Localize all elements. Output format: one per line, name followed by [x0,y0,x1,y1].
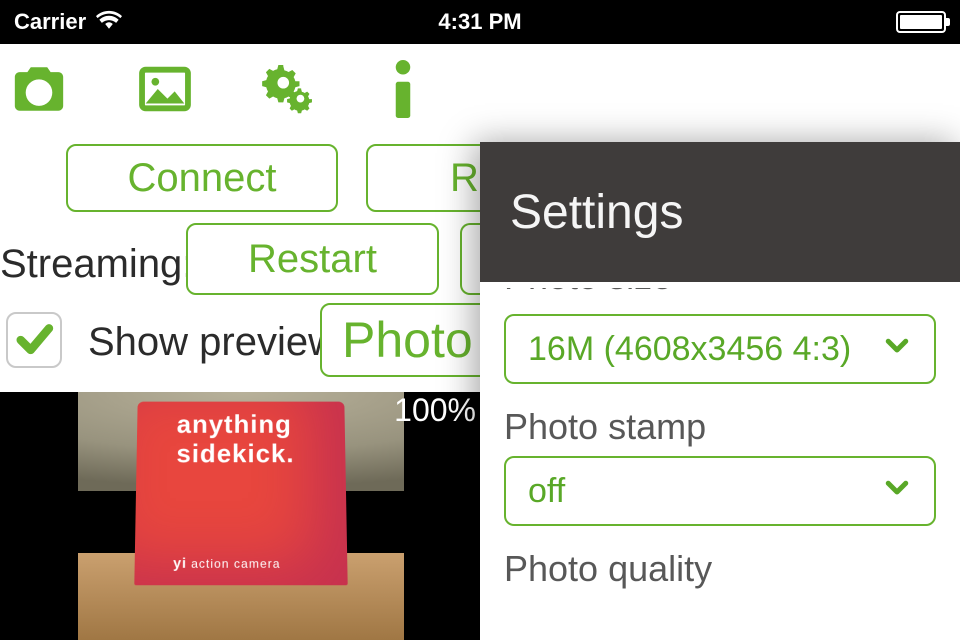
photo-size-select[interactable]: 16M (4608x3456 4:3) [504,314,936,384]
top-toolbar [10,56,418,122]
streaming-label: Streaming: [0,242,193,287]
restart-button[interactable]: Restart [186,223,439,295]
clock-label: 4:31 PM [0,9,960,35]
gears-icon[interactable] [262,60,320,118]
show-preview-label: Show preview [88,320,337,365]
settings-drawer: Settings Photo size 16M (4608x3456 4:3) … [480,142,960,640]
connect-button[interactable]: Connect [66,144,338,212]
setting-label-photoquality: Photo quality [504,548,936,590]
box-brand: yiaction camera [173,555,281,571]
settings-title: Settings [510,185,683,240]
camera-icon[interactable] [10,60,68,118]
status-bar: Carrier 4:31 PM [0,0,960,44]
preview-percent: 100% [394,392,476,429]
camera-preview: anything sidekick. yiaction camera 100% [0,392,480,640]
app-root: Carrier 4:31 PM Connect Re Streaming: Re… [0,0,960,640]
preview-image: anything sidekick. yiaction camera [78,392,404,640]
info-icon[interactable] [388,60,418,118]
show-preview-checkbox[interactable] [6,312,62,368]
setting-label-photosize-cut: Photo size [504,288,936,300]
status-right [896,11,946,33]
chevron-down-icon [882,472,912,511]
mode-photo-label: Photo [342,311,473,369]
settings-body[interactable]: Photo size 16M (4608x3456 4:3) Photo sta… [480,288,960,590]
image-icon[interactable] [136,60,194,118]
box-text-1: anything [177,409,292,439]
box-text-2: sidekick. [176,439,294,470]
chevron-down-icon [882,330,912,369]
preview-subject-box: anything sidekick. yiaction camera [134,402,347,586]
setting-label-photostamp: Photo stamp [504,406,936,448]
photo-size-value: 16M (4608x3456 4:3) [528,330,851,369]
connect-button-label: Connect [128,156,277,201]
settings-header: Settings [480,142,960,282]
photo-stamp-select[interactable]: off [504,456,936,526]
restart-button-label: Restart [248,237,377,282]
battery-icon [896,11,946,33]
photo-stamp-value: off [528,472,565,511]
